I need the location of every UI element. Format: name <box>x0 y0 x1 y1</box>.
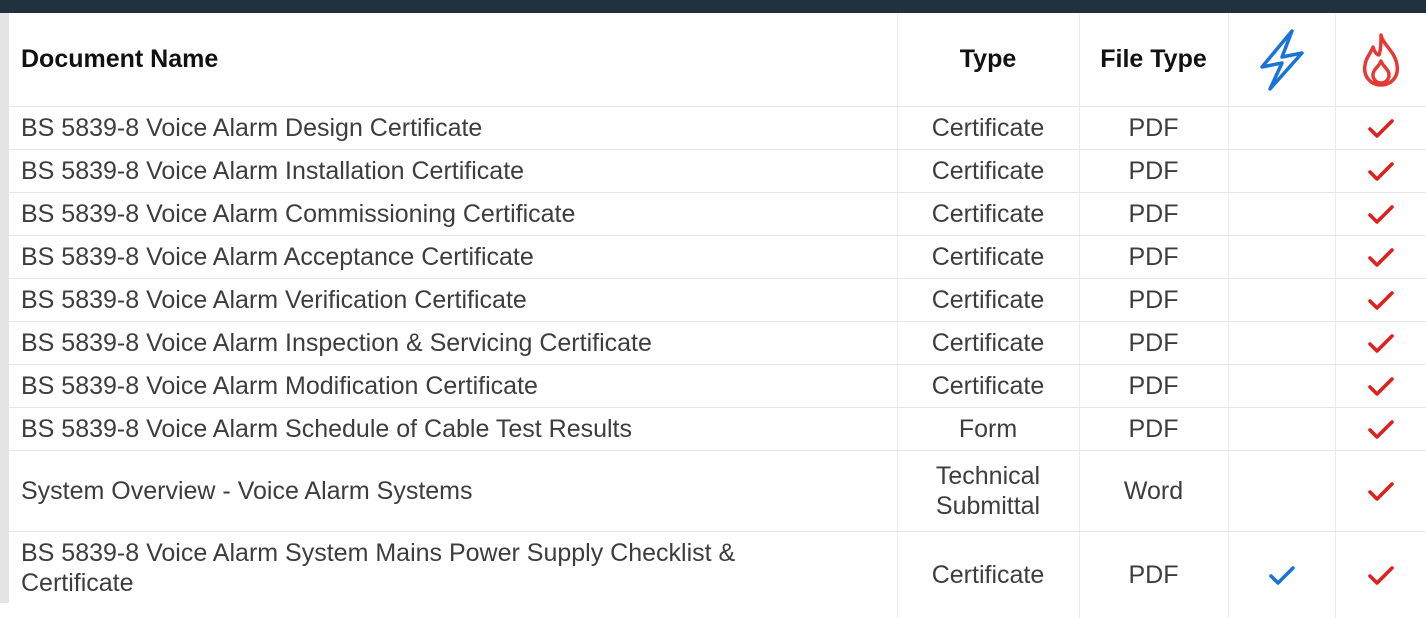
type-cell: Certificate <box>897 107 1079 150</box>
table-row[interactable]: BS 5839-8 Voice Alarm Schedule of Cable … <box>9 408 1426 451</box>
check-icon <box>1368 291 1394 311</box>
top-header-bar <box>0 0 1426 13</box>
table-row[interactable]: System Overview - Voice Alarm Systems Te… <box>9 451 1426 532</box>
power-cell <box>1228 532 1335 618</box>
check-icon <box>1269 566 1295 586</box>
table-row[interactable]: BS 5839-8 Voice Alarm Modification Certi… <box>9 365 1426 408</box>
table-header-row: Document Name Type File Type <box>9 13 1426 107</box>
fire-cell <box>1335 279 1426 322</box>
table-row[interactable]: BS 5839-8 Voice Alarm Installation Certi… <box>9 150 1426 193</box>
fire-cell <box>1335 322 1426 365</box>
power-cell <box>1228 365 1335 408</box>
header-fire-column[interactable] <box>1335 13 1426 107</box>
power-cell <box>1228 193 1335 236</box>
document-name-cell[interactable]: System Overview - Voice Alarm Systems <box>9 451 897 532</box>
name-line-1: BS 5839-8 Voice Alarm System Mains Power… <box>21 539 735 567</box>
check-icon <box>1368 205 1394 225</box>
document-name-cell[interactable]: BS 5839-8 Voice Alarm Design Certificate <box>9 107 897 150</box>
header-file-type[interactable]: File Type <box>1079 13 1228 107</box>
fire-cell <box>1335 150 1426 193</box>
type-line-1: Technical <box>936 462 1040 490</box>
type-cell: Certificate <box>897 193 1079 236</box>
fire-cell <box>1335 107 1426 150</box>
fire-cell <box>1335 365 1426 408</box>
file-type-cell: PDF <box>1079 365 1228 408</box>
table-row[interactable]: BS 5839-8 Voice Alarm Verification Certi… <box>9 279 1426 322</box>
type-cell: Certificate <box>897 150 1079 193</box>
table-row[interactable]: BS 5839-8 Voice Alarm Acceptance Certifi… <box>9 236 1426 279</box>
check-icon <box>1368 566 1394 586</box>
check-icon <box>1368 334 1394 354</box>
header-type[interactable]: Type <box>897 13 1079 107</box>
table-row[interactable]: BS 5839-8 Voice Alarm System Mains Power… <box>9 532 1426 618</box>
fire-cell <box>1335 532 1426 618</box>
name-line-2: Certificate <box>21 569 134 597</box>
file-type-cell: Word <box>1079 451 1228 532</box>
power-cell <box>1228 408 1335 451</box>
fire-cell <box>1335 451 1426 532</box>
document-name-cell[interactable]: BS 5839-8 Voice Alarm Installation Certi… <box>9 150 897 193</box>
file-type-cell: PDF <box>1079 150 1228 193</box>
type-cell: Form <box>897 408 1079 451</box>
file-type-cell: PDF <box>1079 236 1228 279</box>
lightning-bolt-icon <box>1258 29 1306 91</box>
file-type-cell: PDF <box>1079 408 1228 451</box>
type-cell: Certificate <box>897 532 1079 618</box>
table-row[interactable]: BS 5839-8 Voice Alarm Design Certificate… <box>9 107 1426 150</box>
check-icon <box>1368 420 1394 440</box>
document-name-cell[interactable]: BS 5839-8 Voice Alarm Schedule of Cable … <box>9 408 897 451</box>
type-cell: Certificate <box>897 236 1079 279</box>
table-row[interactable]: BS 5839-8 Voice Alarm Inspection & Servi… <box>9 322 1426 365</box>
power-cell <box>1228 451 1335 532</box>
table-row[interactable]: BS 5839-8 Voice Alarm Commissioning Cert… <box>9 193 1426 236</box>
document-name-cell[interactable]: BS 5839-8 Voice Alarm Acceptance Certifi… <box>9 236 897 279</box>
power-cell <box>1228 150 1335 193</box>
document-name-cell[interactable]: BS 5839-8 Voice Alarm Verification Certi… <box>9 279 897 322</box>
header-power-column[interactable] <box>1228 13 1335 107</box>
type-cell: Certificate <box>897 322 1079 365</box>
type-cell: Certificate <box>897 279 1079 322</box>
fire-cell <box>1335 408 1426 451</box>
document-name-cell[interactable]: BS 5839-8 Voice Alarm Commissioning Cert… <box>9 193 897 236</box>
fire-cell <box>1335 236 1426 279</box>
file-type-cell: PDF <box>1079 532 1228 618</box>
type-cell: TechnicalSubmittal <box>897 451 1079 532</box>
document-name-cell[interactable]: BS 5839-8 Voice Alarm Modification Certi… <box>9 365 897 408</box>
type-line-2: Submittal <box>936 492 1040 520</box>
check-icon <box>1368 162 1394 182</box>
power-cell <box>1228 279 1335 322</box>
power-cell <box>1228 236 1335 279</box>
check-icon <box>1368 248 1394 268</box>
header-document-name[interactable]: Document Name <box>9 13 897 107</box>
power-cell <box>1228 322 1335 365</box>
document-name-cell[interactable]: BS 5839-8 Voice Alarm Inspection & Servi… <box>9 322 897 365</box>
check-icon <box>1368 482 1394 502</box>
document-name-cell[interactable]: BS 5839-8 Voice Alarm System Mains Power… <box>9 532 897 618</box>
check-icon <box>1368 119 1394 139</box>
file-type-cell: PDF <box>1079 322 1228 365</box>
file-type-cell: PDF <box>1079 193 1228 236</box>
file-type-cell: PDF <box>1079 107 1228 150</box>
flame-icon <box>1359 31 1403 89</box>
check-icon <box>1368 377 1394 397</box>
left-scroll-gutter <box>0 13 9 603</box>
type-cell: Certificate <box>897 365 1079 408</box>
documents-table: Document Name Type File Type BS 5839-8 V… <box>9 13 1426 618</box>
power-cell <box>1228 107 1335 150</box>
file-type-cell: PDF <box>1079 279 1228 322</box>
fire-cell <box>1335 193 1426 236</box>
